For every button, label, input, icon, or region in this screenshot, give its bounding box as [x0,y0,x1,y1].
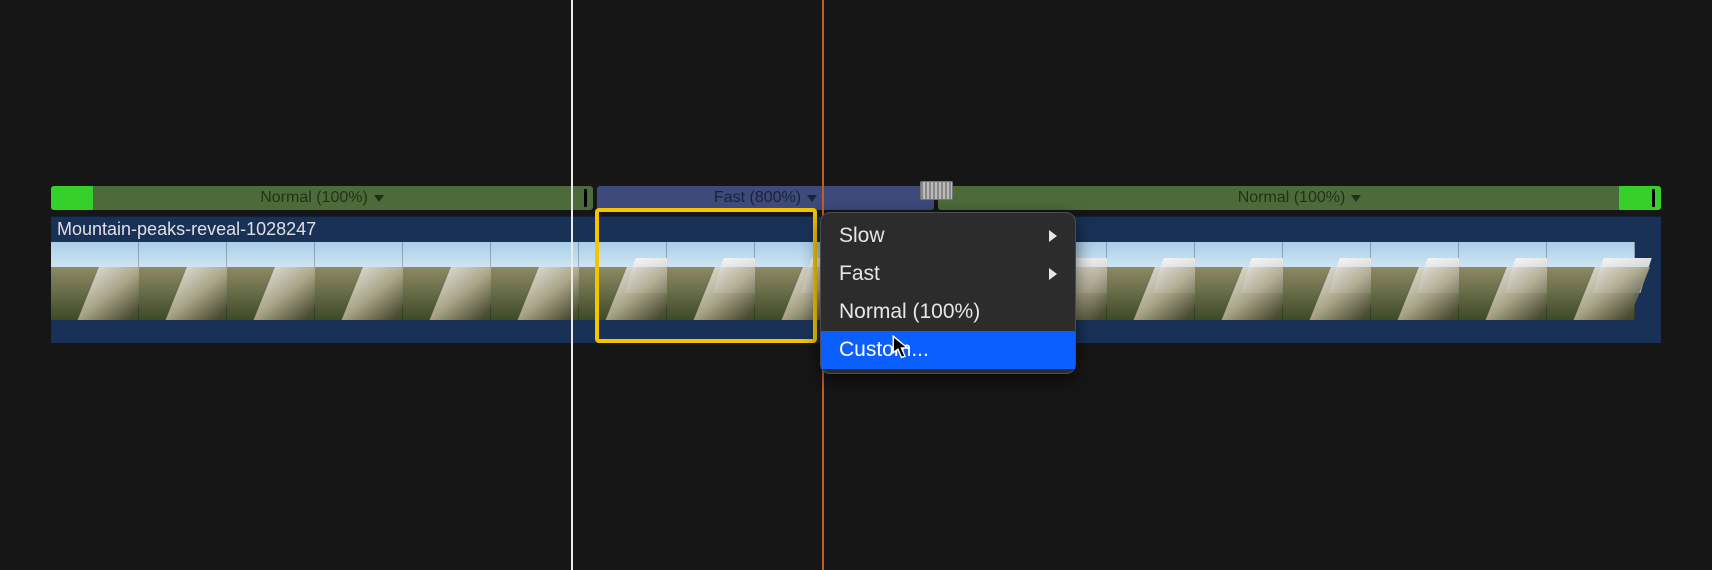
clip-thumbnail [579,242,667,320]
menu-item-custom[interactable]: Custom... [821,331,1075,369]
speed-context-menu: Slow Fast Normal (100%) Custom... [820,212,1076,374]
chevron-right-icon [1049,268,1057,280]
menu-item-label: Slow [839,224,885,248]
chevron-right-icon [1049,230,1057,242]
menu-item-slow[interactable]: Slow [821,217,1075,255]
clip-thumbnail [1107,242,1195,320]
chevron-down-icon[interactable] [374,195,384,202]
menu-item-label: Custom... [839,338,929,362]
clip-title: Mountain-peaks-reveal-1028247 [57,219,316,240]
clip-thumbnail [51,242,139,320]
chevron-down-icon[interactable] [807,195,817,202]
chevron-down-icon[interactable] [1351,195,1361,202]
clip-thumbnail [1459,242,1547,320]
clip-thumbnail [403,242,491,320]
retiming-segment-fast[interactable]: Fast (800%) [597,186,934,210]
retiming-segment-normal-2[interactable]: Normal (100%) [938,186,1661,210]
segment-edge-marker[interactable] [1652,189,1655,207]
clip-thumbnail [227,242,315,320]
retiming-bar-row: Normal (100%) Fast (800%) Normal (100%) [51,186,1661,210]
clip-thumbnail [1195,242,1283,320]
clip-thumbnail [1371,242,1459,320]
clip-thumbnail [1547,242,1635,320]
segment-edge-marker[interactable] [584,189,587,207]
retiming-handle-left[interactable] [51,186,93,210]
retiming-drag-handle[interactable] [920,181,953,200]
clip-thumbnail [667,242,755,320]
retiming-speed-label: Fast (800%) [714,189,801,207]
menu-item-fast[interactable]: Fast [821,255,1075,293]
retiming-segment-normal-1[interactable]: Normal (100%) [51,186,593,210]
menu-item-normal[interactable]: Normal (100%) [821,293,1075,331]
menu-item-label: Fast [839,262,880,286]
clip-thumbnail [315,242,403,320]
clip-thumbnail [491,242,579,320]
menu-item-label: Normal (100%) [839,300,980,324]
retiming-speed-label: Normal (100%) [1238,189,1346,207]
clip-thumbnail [139,242,227,320]
retiming-speed-label: Normal (100%) [260,189,368,207]
clip-thumbnail [1283,242,1371,320]
